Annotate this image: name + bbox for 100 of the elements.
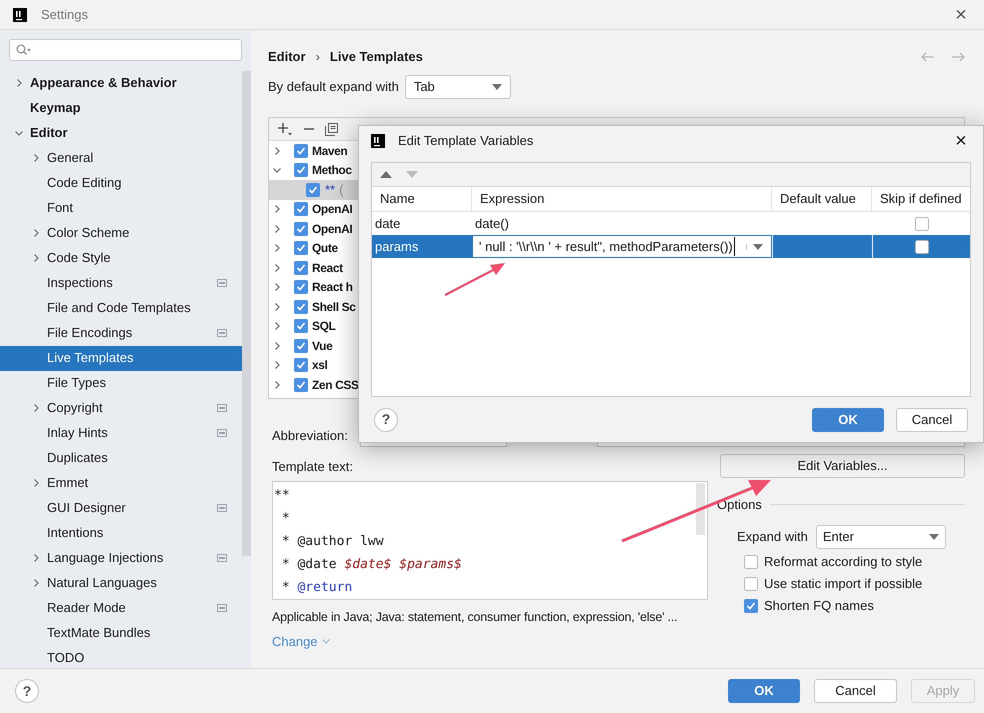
collapsed-chevron-icon[interactable] [272,262,282,273]
collapsed-chevron-icon[interactable] [272,360,282,370]
checkbox[interactable] [294,222,308,236]
secondary-button[interactable]: Cancel [896,408,968,432]
template-group[interactable]: SQL [312,317,336,336]
collapsed-chevron-icon[interactable] [272,340,282,351]
collapsed-chevron-icon[interactable] [272,282,282,292]
checkbox[interactable] [306,182,320,197]
sidebar-item[interactable]: GUI Designer [0,496,242,520]
edit-variables-button[interactable]: Edit Variables... [720,454,965,478]
template-group[interactable]: Methoc [312,161,352,180]
template-group[interactable]: Zen CSS [312,376,359,394]
sidebar-item[interactable]: Emmet [0,470,242,496]
expand-dropdown[interactable]: Tab [404,75,511,99]
primary-button[interactable]: OK [728,679,800,703]
help-button[interactable]: ? [15,679,39,703]
collapsed-chevron-icon[interactable] [272,321,282,332]
collapsed-chevron-icon[interactable] [31,578,41,588]
dropdown-arrow-icon[interactable] [753,244,763,250]
template-group[interactable]: Maven [312,142,348,160]
collapsed-chevron-icon[interactable] [14,78,24,88]
sidebar-item[interactable]: Intentions [0,520,242,546]
checkbox-label[interactable]: Shorten FQ names [764,596,874,616]
sidebar-item[interactable]: Reader Mode [0,596,242,620]
sidebar-item[interactable]: Inlay Hints [0,420,242,446]
close-button[interactable]: × [951,131,971,151]
collapsed-chevron-icon[interactable] [272,204,282,214]
sidebar-item[interactable]: Editor [0,120,242,146]
column-header[interactable]: Name [372,187,472,211]
table-cell[interactable]: date [372,212,472,235]
checkbox[interactable] [294,338,308,353]
sidebar-item[interactable]: Code Style [0,246,242,270]
scrollbar[interactable] [696,483,705,535]
sidebar-item[interactable]: Font [0,196,242,220]
expand-with-dropdown[interactable]: Enter [816,524,946,548]
sidebar-item[interactable]: Color Scheme [0,220,242,246]
sidebar-item[interactable]: Natural Languages [0,570,242,596]
checkbox[interactable] [744,576,758,590]
collapsed-chevron-icon[interactable] [31,553,41,563]
expanded-chevron-icon[interactable] [14,128,24,138]
sidebar-item[interactable]: TODO [0,646,242,670]
template-group[interactable]: Shell Sc [312,298,356,316]
expanded-chevron-icon[interactable] [272,165,282,176]
checkbox[interactable] [294,163,308,178]
checkbox[interactable] [294,378,308,392]
collapsed-chevron-icon[interactable] [31,153,41,163]
sidebar-item[interactable]: File and Code Templates [0,296,242,320]
collapsed-chevron-icon[interactable] [31,403,41,413]
sidebar-item[interactable]: Live Templates [0,346,242,370]
template-group[interactable]: Qute [312,239,338,258]
add-icon[interactable] [277,122,293,136]
collapsed-chevron-icon[interactable] [31,253,41,263]
checkbox[interactable] [914,240,928,254]
template-group[interactable]: React [312,258,343,277]
column-header[interactable]: Default value [772,187,872,211]
column-header[interactable]: Expression [472,187,772,211]
move-up-icon[interactable] [380,171,392,178]
search-field[interactable] [9,39,242,60]
checkbox[interactable] [294,260,308,275]
dropdown-arrow-icon[interactable] [492,84,502,90]
sidebar-item[interactable]: General [0,146,242,170]
breadcrumb-item[interactable]: Live Templates [330,47,423,67]
table-cell[interactable]: date() [472,212,772,235]
template-text-editor[interactable]: ** * * @author lww * @date $date$ $params$ * @return [272,481,708,600]
sidebar-item[interactable]: Duplicates [0,446,242,470]
checkbox-label[interactable]: Use static import if possible [764,574,922,594]
sidebar-item[interactable]: File Encodings [0,320,242,346]
checkbox[interactable] [744,598,758,612]
checkbox[interactable] [294,319,308,334]
checkbox[interactable] [294,202,308,216]
collapsed-chevron-icon[interactable] [272,243,282,254]
template-group[interactable]: OpenAI [312,200,352,218]
collapsed-chevron-icon[interactable] [272,302,282,312]
collapsed-chevron-icon[interactable] [272,146,282,156]
collapsed-chevron-icon[interactable] [272,380,282,390]
sidebar-item[interactable]: Keymap [0,96,242,120]
primary-button[interactable]: OK [812,408,884,432]
secondary-button[interactable]: Cancel [814,679,897,703]
template-group[interactable]: OpenAI [312,220,352,238]
template-group[interactable]: React h [312,278,353,296]
close-button[interactable]: × [951,4,971,24]
sidebar-item[interactable]: Language Injections [0,546,242,570]
checkbox[interactable] [914,216,928,230]
sidebar-item[interactable]: Copyright [0,396,242,420]
collapsed-chevron-icon[interactable] [31,478,41,488]
sidebar-item[interactable]: Code Editing [0,170,242,196]
checkbox[interactable] [294,144,308,158]
checkbox[interactable] [294,241,308,256]
table-cell[interactable]: params [372,235,472,258]
scrollbar[interactable] [242,71,251,556]
checkbox-label[interactable]: Reformat according to style [764,552,922,572]
dropdown-arrow-icon[interactable] [928,534,939,540]
checkbox[interactable] [744,554,758,568]
sidebar-item[interactable]: Inspections [0,270,242,296]
column-header[interactable]: Skip if defined [872,187,970,211]
breadcrumb-item[interactable]: Editor [268,47,306,67]
checkbox[interactable] [294,280,308,294]
expression-editor[interactable]: ' null : '\\r\\n ' + result", methodParameters()) [472,235,772,258]
template-group[interactable]: xsl [312,356,328,374]
sidebar-item[interactable]: TextMate Bundles [0,620,242,646]
